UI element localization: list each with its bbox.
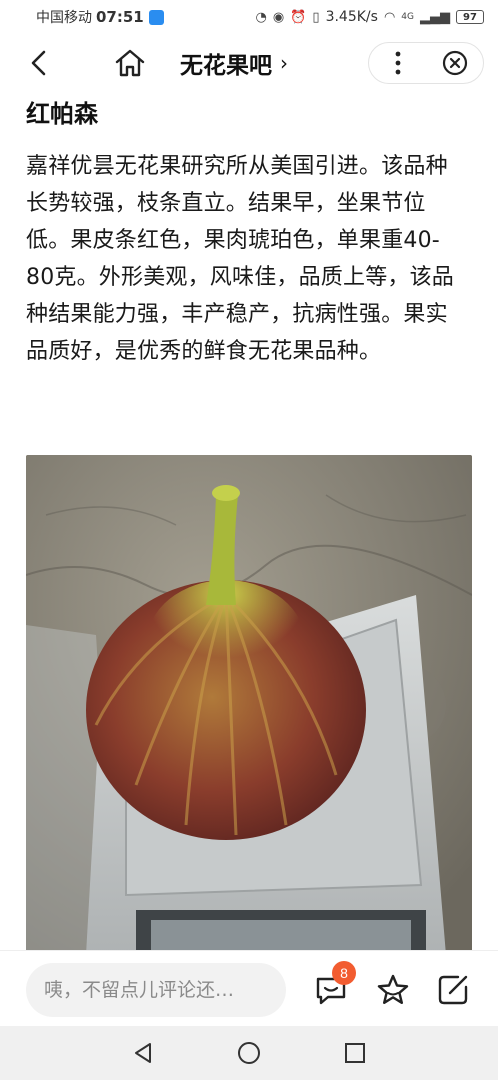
variety-title: 红帕森 [26, 100, 98, 128]
chevron-left-icon [31, 50, 46, 76]
share-button[interactable] [432, 969, 474, 1011]
speedometer-icon: ◔ [255, 9, 267, 25]
nfc-icon: ▯ [312, 9, 320, 25]
mini-app-capsule [368, 42, 484, 84]
battery-icon: 97 [456, 10, 484, 24]
status-icons: ◔ ◉ ⏰ ▯ 3.45K/s ◠ 4G ▂▄▆ 97 [256, 9, 484, 25]
system-navigation-bar [0, 1026, 498, 1080]
network-speed: 3.45K/s [325, 9, 378, 25]
eye-icon: ◉ [272, 9, 285, 25]
forum-title-link[interactable]: 无花果吧 › [180, 46, 288, 80]
page-title: 无花果吧 [180, 53, 272, 79]
fig-photo-illustration [26, 455, 472, 950]
home-button[interactable] [112, 46, 148, 80]
nav-back-button[interactable] [128, 1038, 158, 1068]
more-vertical-icon [395, 51, 400, 75]
comments-button[interactable]: 8 [310, 961, 356, 1011]
carrier-label: 中国移动 [36, 10, 92, 26]
article-content: 红帕森 嘉祥优昙无花果研究所从美国引进。该品种长势较强，枝条直立。结果早，坐果节… [0, 88, 498, 950]
home-icon [115, 49, 145, 77]
circle-home-icon [238, 1042, 260, 1064]
wifi-icon: ◠ [383, 9, 396, 25]
app-header: 无花果吧 › [0, 38, 498, 88]
more-button[interactable] [369, 43, 426, 83]
comment-count-badge: 8 [332, 961, 356, 985]
chevron-right-icon: › [280, 51, 288, 75]
status-bar: 中国移动 07:51 ◔ ◉ ⏰ ▯ 3.45K/s ◠ 4G ▂▄▆ 97 [0, 0, 498, 34]
back-button[interactable] [22, 46, 56, 80]
nav-recent-button[interactable] [340, 1038, 370, 1068]
comment-bar: 8 [0, 950, 498, 1026]
favorite-button[interactable] [372, 969, 414, 1011]
triangle-back-icon [135, 1043, 151, 1063]
clock: 07:51 [96, 8, 144, 26]
share-icon [438, 975, 468, 1005]
square-recent-icon [345, 1043, 365, 1063]
article-paragraph: 嘉祥优昙无花果研究所从美国引进。该品种长势较强，枝条直立。结果早，坐果节位低。果… [26, 154, 454, 364]
close-circle-icon [442, 50, 467, 76]
fig-on-scale-photo[interactable] [26, 455, 472, 950]
star-icon [377, 974, 409, 1004]
close-button[interactable] [426, 43, 483, 83]
app-notification-icon [148, 9, 164, 25]
signal-label: 4G [401, 12, 414, 22]
nav-home-button[interactable] [234, 1038, 264, 1068]
signal-icon: ▂▄▆ [420, 9, 450, 25]
alarm-icon: ⏰ [290, 9, 307, 25]
comment-input[interactable] [26, 963, 286, 1017]
